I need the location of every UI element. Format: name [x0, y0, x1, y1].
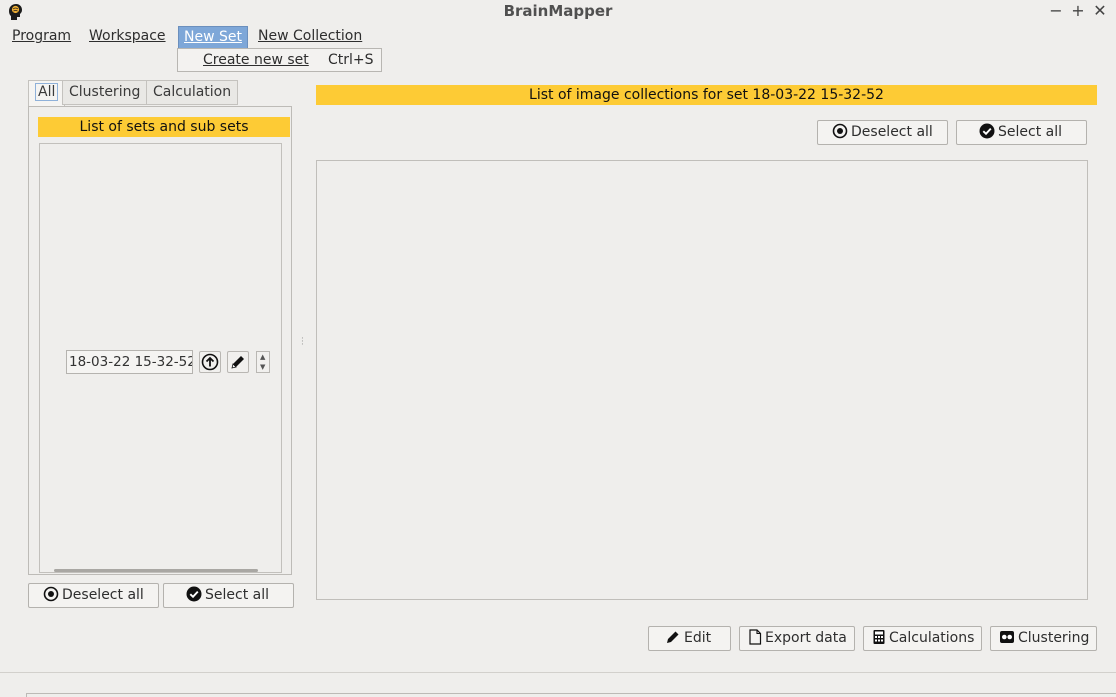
file-icon [749, 629, 762, 645]
status-bar [0, 672, 1116, 697]
pencil-icon [667, 631, 679, 643]
create-new-set-menu-item[interactable]: Create new set Ctrl+S [178, 49, 381, 71]
create-new-set-label: Create new set [203, 52, 309, 68]
pencil-icon [231, 356, 244, 369]
clustering-button[interactable]: Clustering [990, 626, 1097, 651]
menu-bar: Program Workspace New Set New Collection [0, 25, 1116, 49]
main-select-all-button[interactable]: Select all [956, 120, 1087, 145]
move-up-button[interactable] [199, 351, 221, 373]
status-bar-frame [26, 693, 1116, 697]
calculations-label: Calculations [889, 630, 975, 646]
menu-new-collection[interactable]: New Collection [253, 26, 367, 48]
collections-list[interactable] [316, 160, 1088, 600]
edit-label: Edit [684, 630, 712, 646]
sets-header: List of sets and sub sets [38, 117, 290, 137]
collections-header: List of image collections for set 18-03-… [316, 85, 1097, 105]
menu-new-set[interactable]: New Set [178, 26, 248, 48]
title-bar: BrainMapper − + ✕ [0, 0, 1116, 24]
edit-button[interactable]: Edit [648, 626, 731, 651]
spinner-down-icon[interactable]: ▼ [260, 363, 265, 371]
horizontal-scrollbar[interactable] [54, 569, 258, 572]
close-button[interactable]: ✕ [1091, 1, 1109, 20]
cluster-icon [1000, 631, 1014, 643]
tab-clustering[interactable]: Clustering [62, 80, 148, 105]
left-deselect-all-label: Deselect all [62, 587, 144, 603]
minimize-button[interactable]: − [1047, 1, 1065, 20]
radio-dot-icon [832, 123, 848, 139]
radio-dot-icon [43, 586, 59, 602]
shortcut-label: Ctrl+S [328, 52, 374, 68]
tab-calculation[interactable]: Calculation [146, 80, 239, 105]
menu-program[interactable]: Program [7, 26, 76, 48]
tab-all[interactable]: All [28, 80, 66, 106]
left-select-all-label: Select all [205, 587, 269, 603]
sets-panel: List of sets and sub sets [28, 106, 292, 575]
set-order-spinner[interactable]: ▲ ▼ [256, 351, 270, 373]
menu-workspace[interactable]: Workspace [84, 26, 171, 48]
new-set-dropdown: Create new set Ctrl+S [177, 48, 382, 72]
tab-all-label: All [35, 83, 59, 101]
set-name-field[interactable]: 18-03-22 15-32-52 [66, 350, 193, 374]
calculations-button[interactable]: Calculations [863, 626, 982, 651]
clustering-label: Clustering [1018, 630, 1090, 646]
splitter-handle[interactable]: · · · [301, 335, 304, 350]
calculator-icon [873, 630, 885, 644]
main-deselect-all-button[interactable]: Deselect all [817, 120, 948, 145]
left-select-all-button[interactable]: Select all [163, 583, 294, 608]
check-circle-icon [186, 586, 202, 602]
check-circle-icon [979, 123, 995, 139]
maximize-button[interactable]: + [1069, 1, 1087, 20]
rename-set-button[interactable] [227, 351, 249, 373]
export-data-label: Export data [765, 630, 847, 646]
arrow-up-circle-icon [201, 353, 219, 371]
export-data-button[interactable]: Export data [739, 626, 855, 651]
window-title: BrainMapper [503, 2, 613, 20]
main-select-all-label: Select all [998, 124, 1062, 140]
left-deselect-all-button[interactable]: Deselect all [28, 583, 159, 608]
spinner-up-icon[interactable]: ▲ [260, 353, 265, 361]
main-deselect-all-label: Deselect all [851, 124, 933, 140]
